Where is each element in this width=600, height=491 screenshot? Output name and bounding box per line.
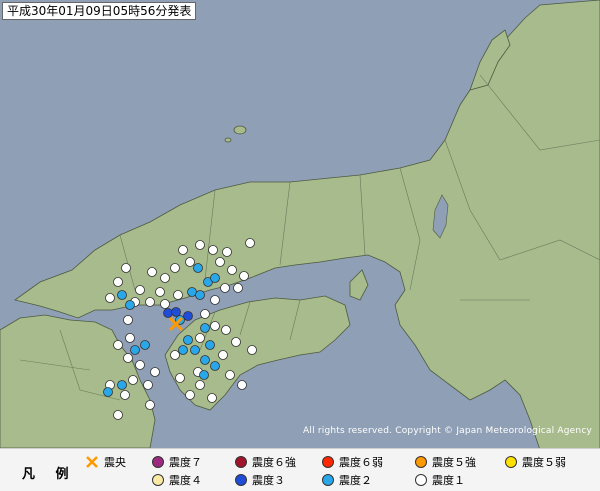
legend-epicenter: 震央 bbox=[85, 454, 126, 470]
copyright-text: All rights reserved. Copyright © Japan M… bbox=[303, 426, 592, 436]
legend-label: 震度１ bbox=[432, 474, 465, 487]
legend-item-5-weak: 震度５弱 bbox=[505, 454, 566, 470]
land-oki bbox=[233, 125, 247, 135]
intensity-map: 平成30年01月09日05時56分発表 All rights reserved.… bbox=[0, 0, 600, 448]
legend-label: 震度６弱 bbox=[339, 456, 383, 469]
legend-label: 震度４ bbox=[169, 474, 202, 487]
circle-icon bbox=[152, 456, 164, 468]
legend-item-3: 震度３ bbox=[235, 472, 285, 488]
circle-icon bbox=[505, 456, 517, 468]
land-oki-2 bbox=[224, 137, 232, 143]
legend-label: 震度５強 bbox=[432, 456, 476, 469]
circle-icon bbox=[415, 474, 427, 486]
legend-label: 震度５弱 bbox=[522, 456, 566, 469]
legend-item-6-weak: 震度６弱 bbox=[322, 454, 383, 470]
legend-item-7: 震度７ bbox=[152, 454, 202, 470]
legend-epicenter-label: 震央 bbox=[104, 456, 126, 469]
epicenter-icon bbox=[86, 456, 98, 468]
legend-item-4: 震度４ bbox=[152, 472, 202, 488]
circle-icon bbox=[152, 474, 164, 486]
legend-item-5-strong: 震度５強 bbox=[415, 454, 476, 470]
legend-label: 震度３ bbox=[252, 474, 285, 487]
report-title: 平成30年01月09日05時56分発表 bbox=[2, 2, 197, 20]
legend-item-6-strong: 震度６強 bbox=[235, 454, 296, 470]
legend-title: 凡 例 bbox=[22, 467, 77, 482]
legend-label: 震度２ bbox=[339, 474, 372, 487]
legend-label: 震度６強 bbox=[252, 456, 296, 469]
legend-item-1: 震度１ bbox=[415, 472, 465, 488]
circle-icon bbox=[235, 474, 247, 486]
map-canvas bbox=[0, 0, 600, 448]
circle-icon bbox=[322, 456, 334, 468]
circle-icon bbox=[235, 456, 247, 468]
circle-icon bbox=[322, 474, 334, 486]
circle-icon bbox=[415, 456, 427, 468]
legend-label: 震度７ bbox=[169, 456, 202, 469]
legend-panel: 凡 例 震央 震度７ 震度６強 震度６弱 震度５強 震度５弱 震度４ 震度３ 震… bbox=[0, 448, 600, 491]
legend-item-2: 震度２ bbox=[322, 472, 372, 488]
land-awaji bbox=[349, 269, 369, 301]
